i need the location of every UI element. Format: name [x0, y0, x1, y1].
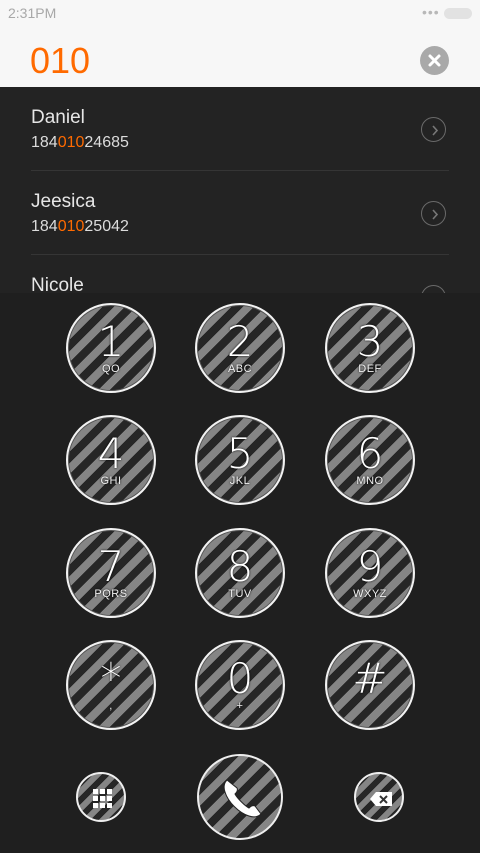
key-digit: 7 [97, 542, 125, 591]
list-item[interactable]: Jeesica 18401025042 [0, 171, 480, 255]
phone-icon [223, 779, 262, 818]
key-letters: WXYZ [353, 588, 387, 600]
contact-name: Jeesica [31, 191, 96, 212]
contact-details-button[interactable] [421, 201, 446, 226]
key-letters: DEF [358, 363, 382, 375]
number-match: 010 [57, 134, 85, 151]
call-button[interactable] [197, 754, 283, 840]
key-7[interactable]: 7 PQRS [66, 528, 156, 618]
key-3[interactable]: 3 DEF [325, 303, 415, 393]
key-letters: ABC [227, 363, 253, 375]
key-digit: * [100, 654, 122, 703]
clear-button[interactable] [420, 46, 449, 75]
contact-number: 18401025042 [31, 218, 129, 235]
contact-details-button[interactable] [421, 117, 446, 142]
key-9[interactable]: 9 WXYZ [325, 528, 415, 618]
key-letters: QO [101, 363, 121, 375]
chevron-right-icon [432, 209, 439, 220]
contact-name: Daniel [31, 107, 85, 128]
key-8[interactable]: 8 TUV [195, 528, 285, 618]
key-digit: 6 [356, 429, 384, 478]
key-star[interactable]: * , [66, 640, 156, 730]
dial-keypad: 1 QO 2 ABC 3 DEF 4 GHI 5 JKL 6 MNO 7 PQR… [0, 293, 480, 853]
key-6[interactable]: 6 MNO [325, 415, 415, 505]
contact-details-button[interactable] [421, 285, 446, 293]
key-5[interactable]: 5 JKL [195, 415, 285, 505]
key-letters: MNO [356, 475, 384, 487]
list-item[interactable]: Daniel 18401024685 [0, 87, 480, 171]
contact-name: Nicole [31, 275, 84, 293]
list-item[interactable]: Nicole [0, 255, 480, 293]
key-digit: 1 [97, 317, 125, 366]
key-digit: 2 [226, 317, 254, 366]
clear-icon [428, 54, 441, 67]
number-match: 010 [57, 218, 85, 235]
key-digit: 3 [356, 317, 384, 366]
key-4[interactable]: 4 GHI [66, 415, 156, 505]
keypad-toggle-button[interactable] [76, 772, 126, 822]
key-letters: JKL [229, 475, 251, 487]
key-letters: PQRS [94, 588, 128, 600]
key-letters: GHI [100, 475, 122, 487]
key-0[interactable]: 0 + [195, 640, 285, 730]
status-time: 2:31PM [8, 5, 57, 21]
key-1[interactable]: 1 QO [66, 303, 156, 393]
battery-icon [444, 8, 472, 19]
backspace-button[interactable] [354, 772, 404, 822]
chevron-right-icon [432, 125, 439, 136]
signal-dots: ••• [422, 4, 440, 20]
key-digit: 8 [226, 542, 254, 591]
key-letters: TUV [228, 588, 252, 600]
key-digit: 0 [226, 654, 254, 703]
status-bar: 2:31PM ••• [0, 0, 480, 28]
dialed-number[interactable]: 010 [30, 40, 90, 82]
key-letters: + [236, 700, 244, 712]
key-letters: , [109, 700, 113, 712]
contact-number: 18401024685 [31, 134, 129, 151]
key-hash[interactable]: # [325, 640, 415, 730]
grid-icon [93, 789, 112, 808]
dial-input-bar: 010 [0, 28, 480, 87]
key-digit: # [352, 654, 388, 703]
key-2[interactable]: 2 ABC [195, 303, 285, 393]
contact-results-list: Daniel 18401024685 Jeesica 18401025042 N… [0, 87, 480, 293]
key-digit: 9 [356, 542, 384, 591]
key-digit: 4 [97, 429, 125, 478]
backspace-icon [370, 792, 392, 806]
key-digit: 5 [226, 429, 254, 478]
